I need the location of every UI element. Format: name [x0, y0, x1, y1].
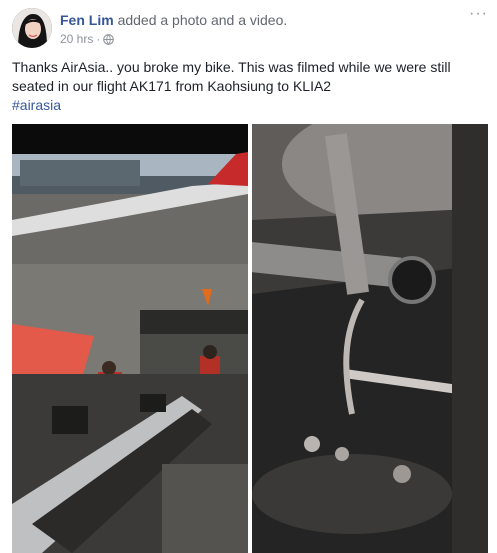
photo-damaged-bike[interactable]: [252, 124, 488, 553]
post-action: added a photo and a video.: [117, 12, 288, 28]
photo-airport-tarmac[interactable]: [12, 124, 248, 553]
timestamp[interactable]: 20 hrs: [60, 32, 93, 46]
post-text: Thanks AirAsia.. you broke my bike. This…: [12, 58, 482, 115]
post-meta: 20 hrs ·: [60, 32, 115, 46]
post-header: Fen Lim added a photo and a video. 20 hr…: [12, 6, 487, 48]
avatar[interactable]: [12, 8, 52, 48]
meta-separator: ·: [96, 32, 101, 46]
more-options-icon[interactable]: ···: [469, 6, 487, 22]
post-text-line-2: seated in our flight AK171 from Kaohsiun…: [12, 78, 332, 94]
author-line: Fen Lim added a photo and a video.: [60, 12, 287, 28]
hashtag-link[interactable]: #airasia: [12, 96, 482, 115]
author-name[interactable]: Fen Lim: [60, 12, 114, 28]
post-text-line-1: Thanks AirAsia.. you broke my bike. This…: [12, 59, 451, 75]
globe-icon[interactable]: [103, 33, 115, 45]
